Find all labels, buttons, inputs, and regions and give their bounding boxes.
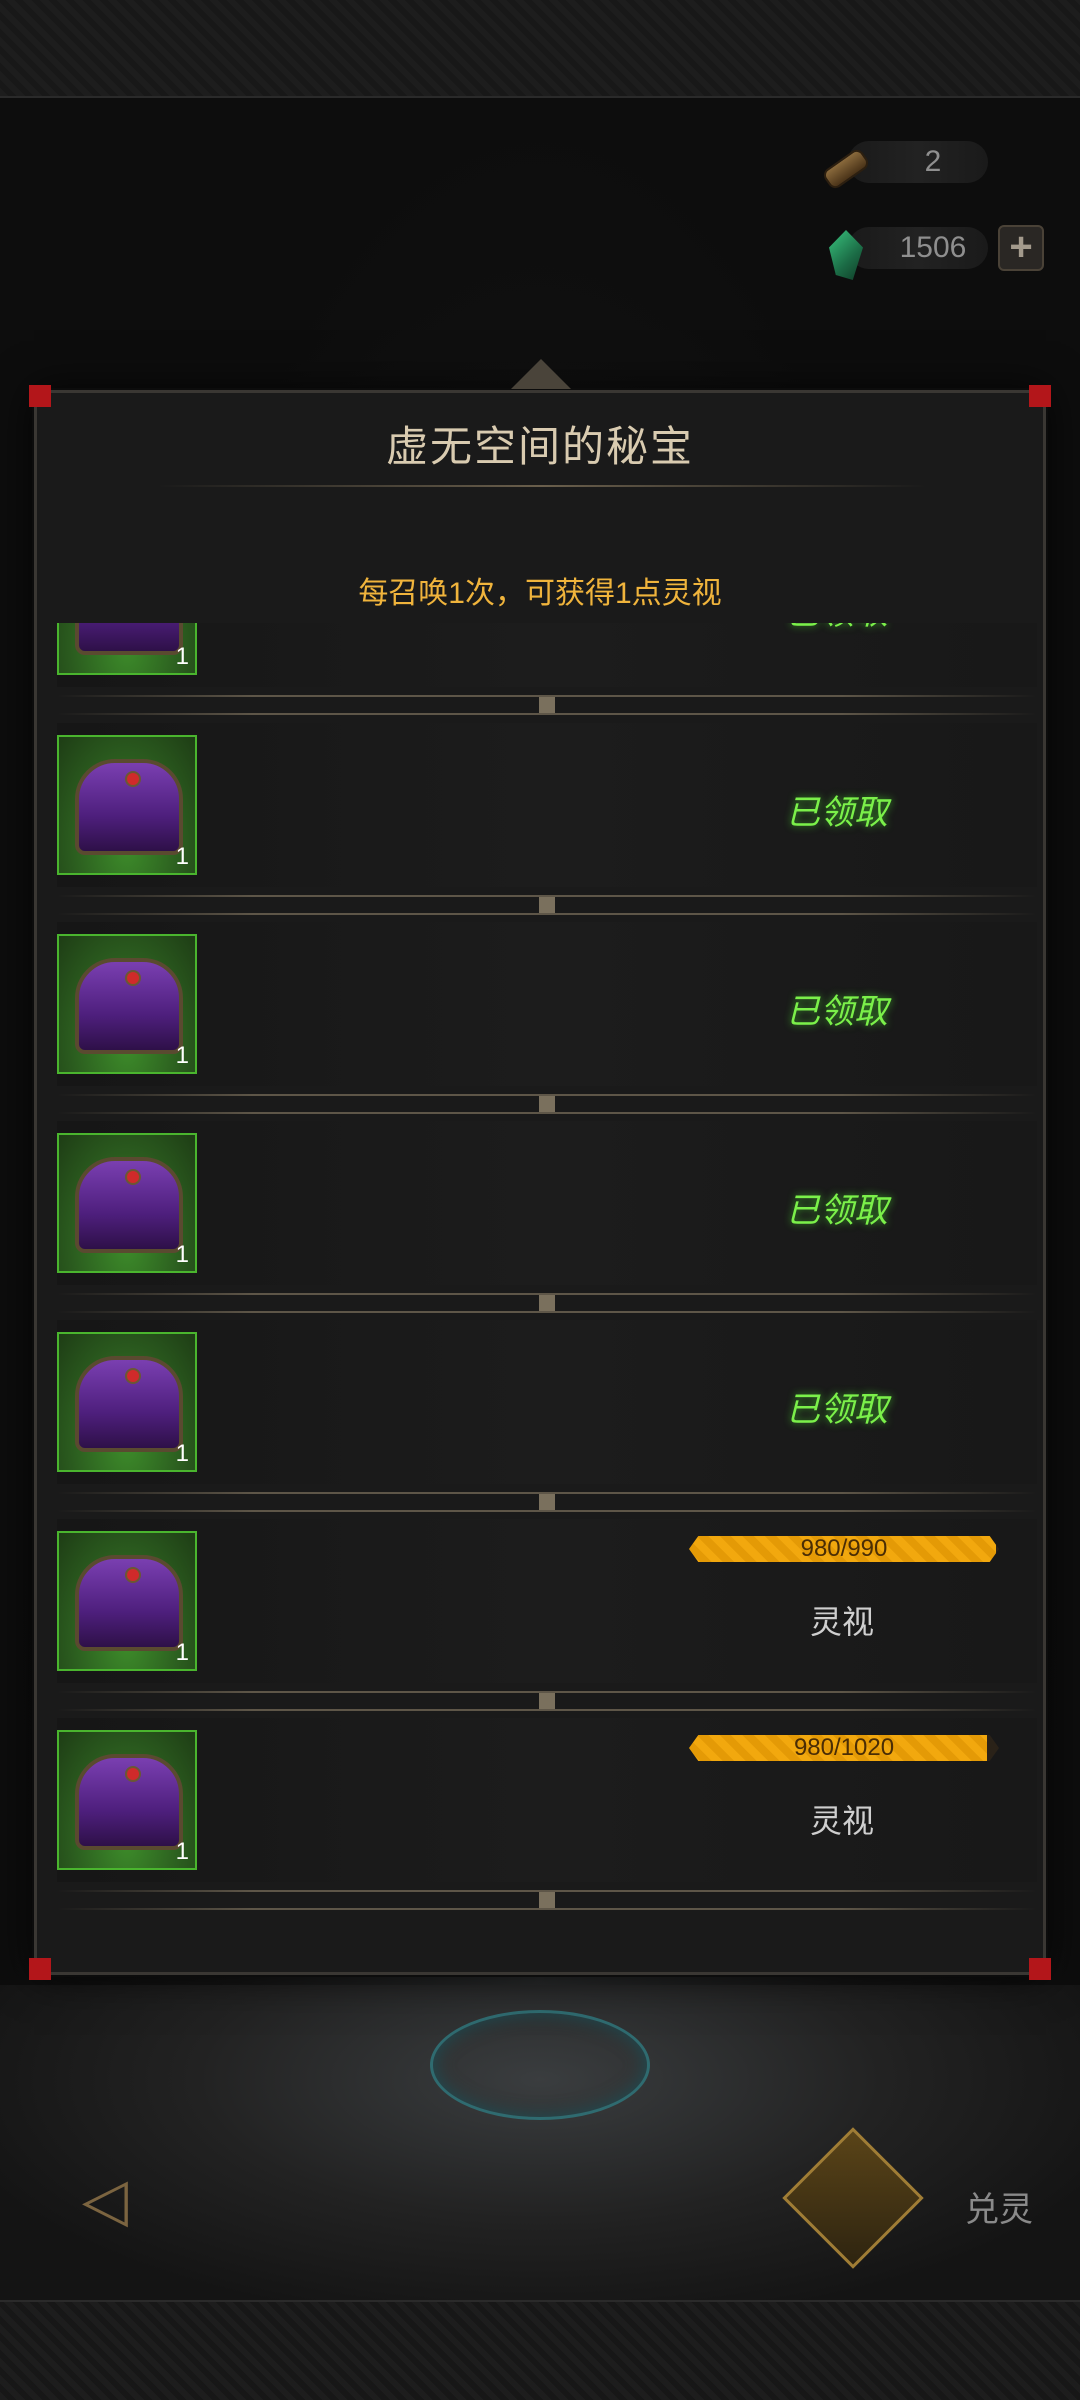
frame-corner (1029, 1958, 1051, 1980)
scroll-currency: 2 (820, 134, 1044, 192)
title-divider (157, 485, 927, 487)
chest-icon (75, 759, 183, 855)
item-count: 1 (175, 1241, 189, 1268)
claimed-status: 已领取 (786, 1391, 888, 1429)
reward-chest-icon[interactable]: 1 (57, 623, 197, 675)
altar-rune-circle (430, 2010, 650, 2120)
progress-bar: 980/990 (689, 1536, 999, 1562)
summon-label[interactable]: 兑灵 (965, 2182, 1033, 2231)
progress-text: 980/1020 (793, 1734, 895, 1761)
row-divider (57, 887, 1037, 923)
chest-gem-icon (125, 1368, 141, 1384)
reward-label: 灵视 (809, 1803, 874, 1839)
reward-row[interactable]: 1 980/990 灵视 (57, 1519, 1037, 1683)
claimed-status: 已领取 (786, 794, 888, 832)
chest-icon (75, 1356, 183, 1452)
claimed-status: 已领取 (786, 993, 888, 1031)
gem-icon (818, 229, 874, 281)
frame-corner (29, 1958, 51, 1980)
reward-row[interactable]: 1 已领取 (57, 1320, 1037, 1484)
reward-chest-icon[interactable]: 1 (57, 1133, 197, 1273)
reward-chest-icon[interactable]: 1 (57, 1531, 197, 1671)
claimed-status: 已领取 (786, 1192, 888, 1230)
chest-icon (75, 623, 183, 655)
row-divider (57, 1484, 1037, 1520)
gem-count: 1506 (899, 231, 967, 264)
row-divider (57, 1683, 1037, 1719)
row-divider (57, 1086, 1037, 1122)
chest-icon (75, 1555, 183, 1651)
frame-corner (1029, 385, 1051, 407)
chest-gem-icon (125, 970, 141, 986)
chest-gem-icon (125, 1766, 141, 1782)
claimed-status: 已领取 (777, 623, 897, 634)
back-button[interactable]: ◁ (40, 2165, 170, 2235)
reward-row[interactable]: 1 已领取 (57, 922, 1037, 1086)
row-divider (57, 1285, 1037, 1321)
plus-icon: + (1009, 225, 1033, 269)
item-count: 1 (175, 643, 189, 670)
item-count: 1 (175, 1838, 189, 1865)
chest-gem-icon (125, 1169, 141, 1185)
back-arrow-icon: ◁ (81, 2166, 129, 2233)
row-divider (57, 1882, 1037, 1918)
item-count: 1 (175, 1440, 189, 1467)
reward-row[interactable]: 1 980/1020 灵视 (57, 1718, 1037, 1882)
reward-row[interactable]: 1 已领取 (57, 723, 1037, 887)
add-gem-button[interactable]: + (998, 225, 1044, 271)
panel-title: 虚无空间的秘宝 (385, 423, 694, 470)
scroll-currency-pill: 2 (820, 141, 988, 192)
gem-currency-pill: 1506 (829, 227, 988, 280)
chest-icon (75, 1157, 183, 1253)
reward-chest-icon[interactable]: 1 (57, 1332, 197, 1472)
progress-text: 980/990 (800, 1535, 888, 1562)
chest-icon (75, 958, 183, 1054)
gem-currency: 1506 + (829, 220, 1044, 280)
reward-list[interactable]: 1 已领取 1 已领取 1 已领取 1 已领取 1 已领取 1 980/990 灵视 1 980/1020 灵… (57, 623, 1037, 1953)
scroll-count: 2 (924, 145, 942, 178)
chest-icon (75, 1754, 183, 1850)
row-divider (57, 687, 1037, 723)
item-count: 1 (175, 1639, 189, 1666)
reward-label: 灵视 (809, 1604, 874, 1640)
item-count: 1 (175, 1042, 189, 1069)
reward-chest-icon[interactable]: 1 (57, 1730, 197, 1870)
panel-subtitle: 每召唤1次，可获得1点灵视 (358, 577, 722, 610)
reward-chest-icon[interactable]: 1 (57, 735, 197, 875)
chest-gem-icon (125, 1567, 141, 1583)
progress-bar: 980/1020 (689, 1735, 999, 1761)
bottom-ornament-bar (0, 2300, 1080, 2400)
reward-chest-icon[interactable]: 1 (57, 934, 197, 1074)
scroll-icon (818, 143, 874, 195)
item-count: 1 (175, 843, 189, 870)
frame-corner (29, 385, 51, 407)
chest-gem-icon (125, 771, 141, 787)
reward-row[interactable]: 1 已领取 (57, 623, 1037, 687)
reward-row[interactable]: 1 已领取 (57, 1121, 1037, 1285)
rewards-panel: 虚无空间的秘宝 每召唤1次，可获得1点灵视 1 已领取 1 已领取 1 已领取 1 已领取 1 已… (29, 359, 1051, 1980)
top-ornament-bar (0, 0, 1080, 98)
